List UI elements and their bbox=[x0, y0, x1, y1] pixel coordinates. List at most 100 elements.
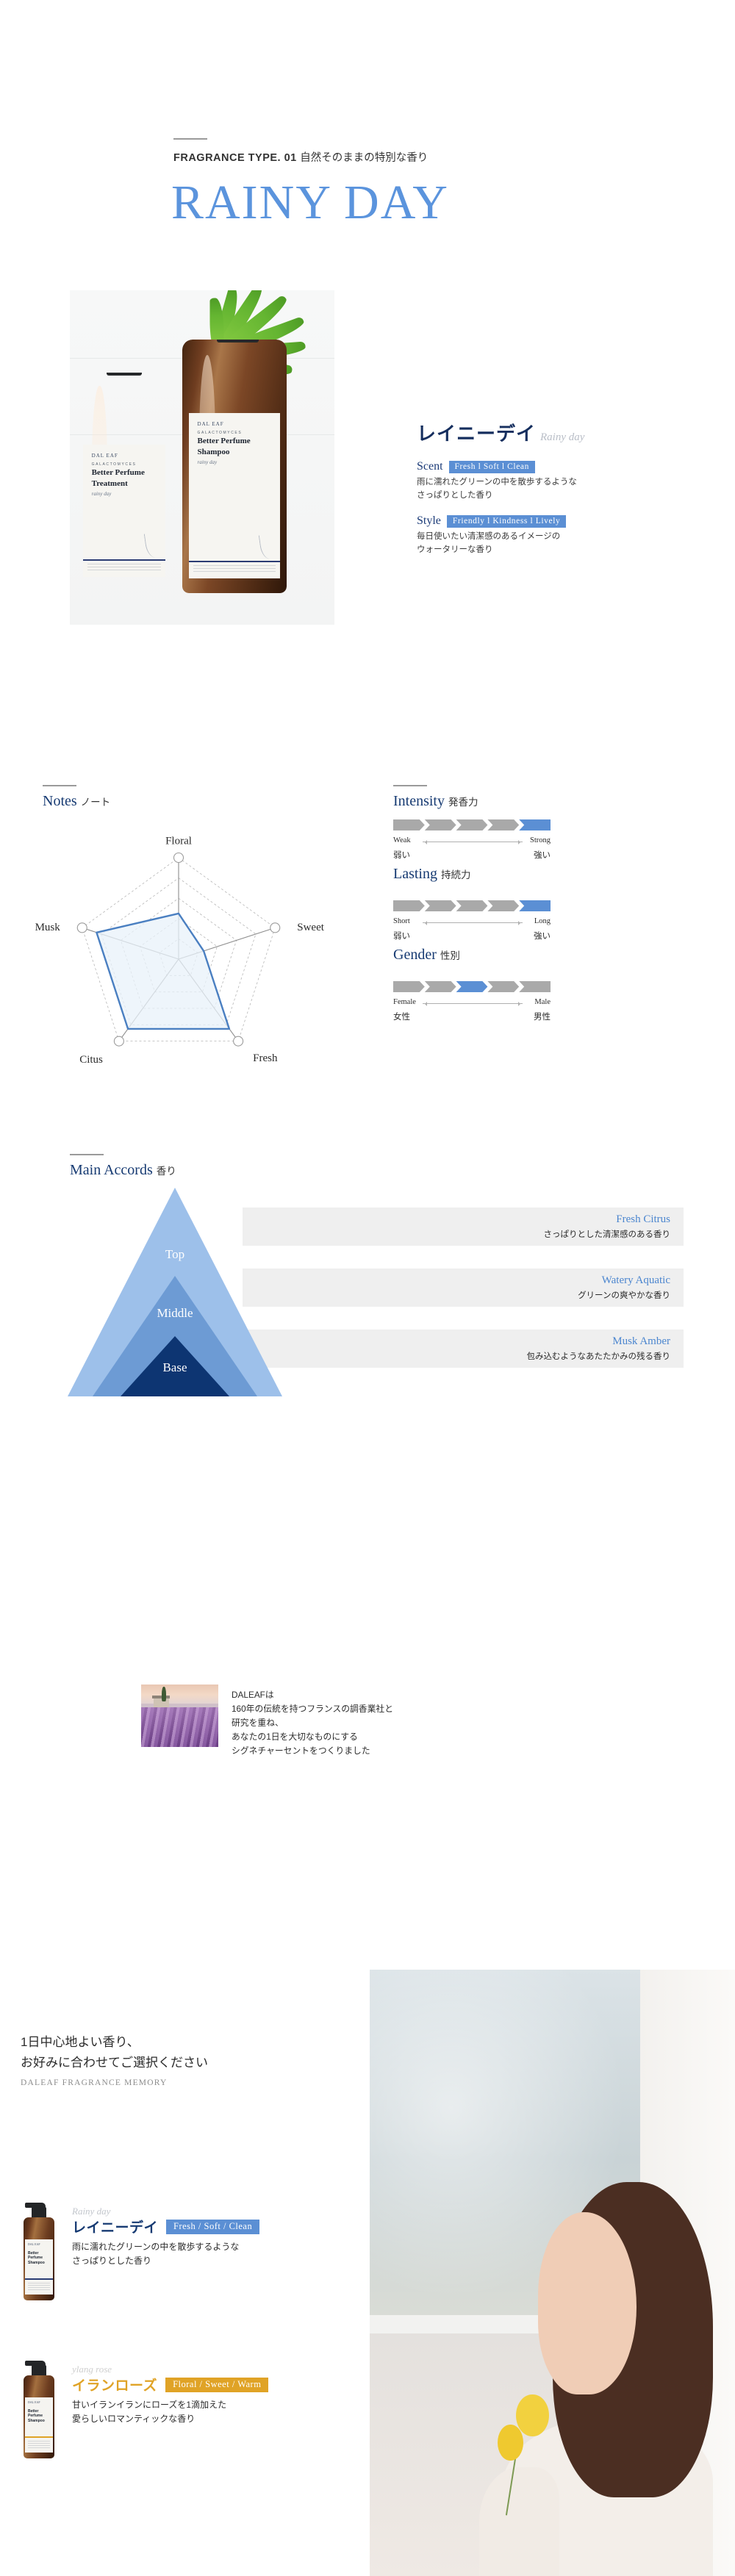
bottle-name-2: Shampoo bbox=[197, 447, 230, 456]
section-title-jp: ノート bbox=[80, 797, 111, 808]
bottle-script: rainy day bbox=[91, 490, 112, 497]
intensity-meter: Weak Strong 弱い 強い bbox=[393, 814, 551, 860]
bottle-name-1: Better Perfume bbox=[28, 2251, 43, 2261]
section-rule bbox=[393, 785, 427, 786]
meter-segment bbox=[519, 981, 551, 992]
bottle-brand: DAL EAF bbox=[197, 421, 224, 427]
gender-bar bbox=[393, 981, 551, 992]
lasting-meter: Short Long 弱い 強い bbox=[393, 894, 551, 941]
bottle-name-2: Shampoo bbox=[28, 2260, 45, 2265]
scale-right-label-jp: 強い bbox=[534, 851, 551, 860]
bottle-brand: DAL EAF bbox=[28, 2400, 40, 2404]
desc-line-1: 雨に濡れたグリーンの中を散歩するような bbox=[417, 478, 577, 487]
brand-line-2: 160年の伝統を持つフランスの調香業社と bbox=[232, 1704, 393, 1715]
attribute-description: 雨に濡れたグリーンの中を散歩するような さっぱりとした香り bbox=[417, 476, 577, 503]
meter-segment bbox=[456, 819, 488, 830]
section-title: Lasting 持続力 bbox=[393, 866, 471, 883]
desc-line-2: 愛らしいロマンティックな香り bbox=[72, 2414, 196, 2425]
attribute-label: Style bbox=[417, 514, 441, 527]
section-rule bbox=[70, 1154, 104, 1155]
attribute-description: 毎日使いたい清潔感のあるイメージの ウォータリーな香り bbox=[417, 531, 566, 557]
notes-radar-chart: Floral Sweet Fresh Citus Musk bbox=[35, 835, 325, 1066]
option-tag-badge: Floral / Sweet / Warm bbox=[165, 2377, 269, 2392]
bottle-name-1: Better Perfume bbox=[197, 437, 251, 446]
scale-right-label-jp: 強い bbox=[534, 932, 551, 941]
section-title: Gender 性別 bbox=[393, 947, 460, 964]
lavender-rows bbox=[141, 1707, 218, 1747]
option-name: レイニーデイ bbox=[72, 2220, 159, 2236]
option-tag-badge: Fresh / Soft / Clean bbox=[166, 2219, 260, 2234]
option-description: 雨に濡れたグリーンの中を散歩するような さっぱりとした香り bbox=[72, 2240, 259, 2269]
label-stripe bbox=[188, 560, 281, 562]
bottle-label: DAL EAF GALACTOMYCES Better Perfume Trea… bbox=[82, 445, 166, 577]
accord-gap bbox=[243, 1246, 684, 1269]
scale-left-label: Female bbox=[393, 998, 416, 1006]
label-stripe bbox=[82, 559, 166, 561]
label-fineprint bbox=[28, 2441, 50, 2450]
bottle-cap bbox=[106, 373, 143, 376]
leaf-illustration-icon bbox=[144, 531, 162, 559]
label-fineprint bbox=[87, 564, 162, 573]
selector-headline-1: 1日中心地よい香り、 bbox=[21, 2035, 140, 2049]
mini-bottle: DAL EAF Better Perfume Shampoo bbox=[21, 2201, 57, 2300]
meter-segment bbox=[519, 900, 551, 911]
intensity-bar bbox=[393, 819, 551, 830]
scale-left-label-jp: 弱い bbox=[393, 851, 410, 860]
accord-desc: 包み込むようなあたたかみの残る香り bbox=[526, 1352, 671, 1361]
meter-segment bbox=[487, 900, 520, 911]
accord-row-middle: Watery Aquatic グリーンの爽やかな香り bbox=[243, 1269, 684, 1307]
accord-name: Fresh Citrus bbox=[616, 1213, 670, 1225]
pyramid-layer-label: Middle bbox=[157, 1306, 193, 1320]
meter-title-jp: 性別 bbox=[440, 950, 460, 961]
lasting-scale: Short Long bbox=[393, 917, 551, 929]
pyramid-layer-label: Base bbox=[162, 1360, 187, 1374]
gender-scale: Female Male bbox=[393, 998, 551, 1010]
product-name-jp: レイニーデイ bbox=[417, 423, 537, 445]
kicker-rule bbox=[173, 138, 207, 140]
intensity-header: Intensity 発香力 bbox=[393, 785, 478, 810]
attribute-header-row: Style Friendly l Kindness l Lively bbox=[417, 514, 567, 528]
bottle-shampoo: DAL EAF GALACTOMYCES Better Perfume Sham… bbox=[182, 340, 287, 593]
bottle-label: DAL EAF Better Perfume Shampoo bbox=[25, 2239, 53, 2295]
meter-segment bbox=[487, 981, 520, 992]
desc-line-2: さっぱりとした香り bbox=[72, 2256, 152, 2267]
intensity-scale: Weak Strong bbox=[393, 836, 551, 848]
bottle-eyebrow: GALACTOMYCES bbox=[197, 431, 243, 436]
svg-text:Floral: Floral bbox=[165, 835, 192, 847]
section-title: Notes ノート bbox=[43, 793, 110, 810]
scale-arrow-icon bbox=[423, 920, 523, 925]
hero-kicker-jp: 自然そのままの特別な香り bbox=[300, 152, 429, 164]
lifestyle-photo bbox=[370, 1970, 735, 2576]
brand-story-text: DALEAFは 160年の伝統を持つフランスの調香業社と 研究を重ね、 あなたの… bbox=[232, 1688, 393, 1759]
lasting-bar bbox=[393, 900, 551, 911]
section-rule bbox=[43, 785, 76, 786]
meter-segment bbox=[456, 900, 488, 911]
fragrance-pyramid: Top Middle Base bbox=[68, 1188, 282, 1396]
scale-left-label: Short bbox=[393, 917, 410, 925]
bottle-eyebrow: GALACTOMYCES bbox=[91, 462, 137, 467]
bottle-brand: DAL EAF bbox=[28, 2242, 40, 2246]
accord-name: Watery Aquatic bbox=[601, 1274, 670, 1286]
meter-title-en: Intensity bbox=[393, 793, 445, 809]
page-title: RAINY DAY bbox=[171, 176, 449, 229]
accord-row-top: Fresh Citrus さっぱりとした清潔感のある香り bbox=[243, 1208, 684, 1246]
selector-headline-2: お好みに合わせてご選択ください bbox=[21, 2055, 208, 2070]
status-badge: Friendly l Kindness l Lively bbox=[446, 514, 567, 528]
notes-section-header: Notes ノート bbox=[43, 785, 110, 810]
meter-segment bbox=[393, 981, 425, 992]
section-title: Main Accords 香り bbox=[70, 1162, 176, 1179]
selector-header: 1日中心地よい香り、 お好みに合わせてご選択ください DALEAF FRAGRA… bbox=[21, 2032, 208, 2087]
cypress-tree bbox=[162, 1686, 166, 1701]
option-title-row: レイニーデイ Fresh / Soft / Clean bbox=[72, 2217, 260, 2236]
scale-right-label: Male bbox=[534, 998, 551, 1006]
attribute-label: Scent bbox=[417, 460, 443, 473]
scale-left-label: Weak bbox=[393, 836, 411, 844]
product-name-block: レイニーデイ Rainy day bbox=[417, 419, 584, 446]
meter-title-en: Gender bbox=[393, 947, 437, 963]
label-stripe bbox=[25, 2436, 53, 2438]
meter-segment bbox=[424, 819, 456, 830]
bottle-script: rainy day bbox=[197, 459, 218, 465]
yellow-flower-icon bbox=[515, 2394, 549, 2437]
hero-kicker: FRAGRANCE TYPE. 01 自然そのままの特別な香り bbox=[173, 149, 428, 165]
option-script-name: ylang rose bbox=[72, 2364, 112, 2375]
